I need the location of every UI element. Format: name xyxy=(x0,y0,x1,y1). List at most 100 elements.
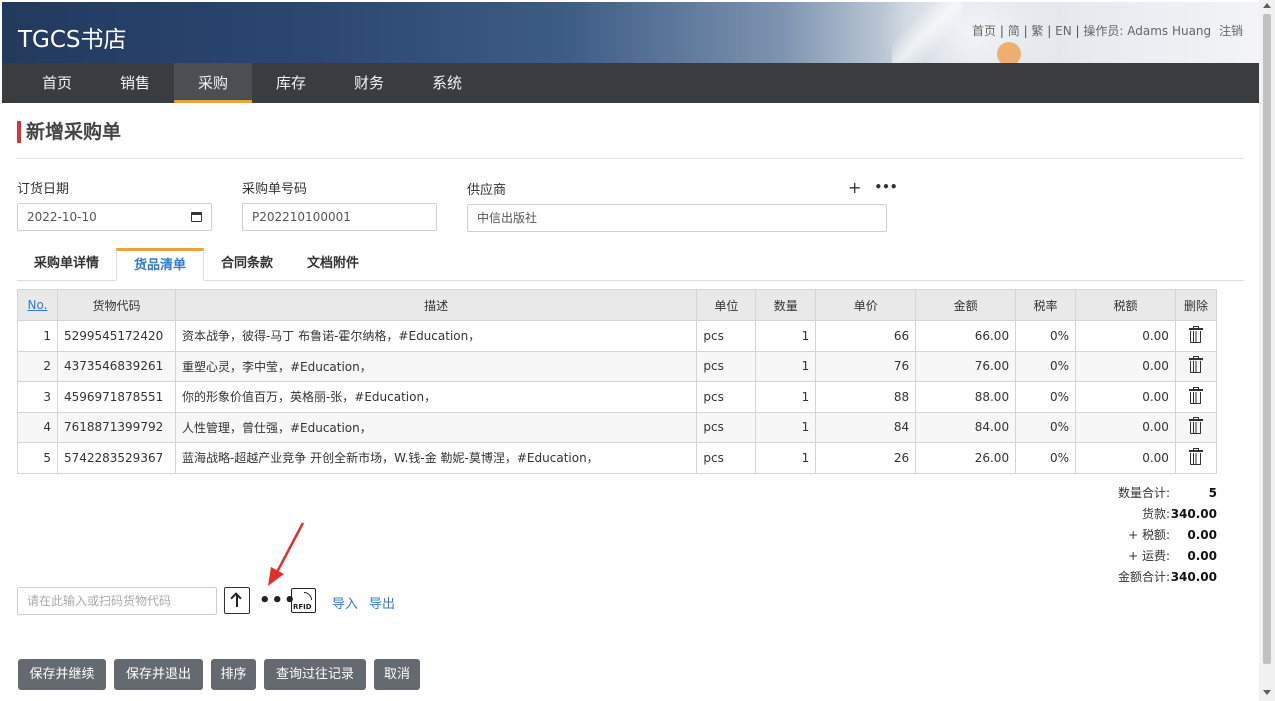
nav-item-purchase[interactable]: 采购 xyxy=(174,63,252,103)
scroll-down-icon[interactable] xyxy=(1263,690,1271,695)
row-code[interactable]: 4596971878551 xyxy=(56,381,176,413)
trash-icon[interactable] xyxy=(1188,447,1203,465)
row-quantity[interactable]: 1 xyxy=(755,411,817,443)
row-description[interactable]: 资本战争，彼得-马丁 布鲁诺-霍尔纳格，#Education， xyxy=(174,320,698,352)
row-tax: 0.00 xyxy=(1075,320,1176,352)
row-tax: 0.00 xyxy=(1075,442,1176,474)
row-tax: 0.00 xyxy=(1075,381,1176,413)
row-unit-price[interactable]: 88 xyxy=(815,381,917,413)
row-description[interactable]: 重塑心灵，李中莹，#Education， xyxy=(174,350,698,382)
row-code[interactable]: 4373546839261 xyxy=(56,350,176,382)
home-link[interactable]: 首页 xyxy=(972,24,996,38)
save-exit-button[interactable]: 保存并退出 xyxy=(114,659,203,690)
goods-total-row: 货款: 340.00 xyxy=(1100,504,1217,525)
table-row: 3 4596971878551 你的形象价值百万，英格丽-张，#Educatio… xyxy=(17,381,1218,413)
freight-value: 0.00 xyxy=(1187,549,1217,563)
total-quantity-value: 5 xyxy=(1208,486,1217,500)
freight-label: + 运费: xyxy=(1128,549,1170,563)
row-quantity[interactable]: 1 xyxy=(755,442,817,474)
scroll-up-icon[interactable] xyxy=(1263,3,1271,8)
row-unit-price[interactable]: 26 xyxy=(815,442,917,474)
row-quantity[interactable]: 1 xyxy=(755,350,817,382)
column-header-unit: 单位 xyxy=(696,289,757,321)
tab-item-list[interactable]: 货品清单 xyxy=(116,248,205,281)
column-header-no[interactable]: No. xyxy=(17,289,58,321)
supplier-label: 供应商 xyxy=(467,183,507,198)
row-tax: 0.00 xyxy=(1075,411,1176,443)
top-links: 首页 | 简 | 繁 | EN | 操作员: Adams Huang 注销 xyxy=(972,24,1243,38)
row-unit-price[interactable]: 76 xyxy=(815,350,917,382)
logout-link[interactable]: 注销 xyxy=(1219,24,1243,38)
row-tax-rate[interactable]: 0% xyxy=(1015,411,1077,443)
row-no: 5 xyxy=(17,442,58,474)
operator-label: 操作员: xyxy=(1083,24,1124,38)
plus-icon[interactable]: + xyxy=(848,178,861,197)
row-amount: 76.00 xyxy=(915,350,1017,382)
scrollbar-thumb[interactable] xyxy=(1263,14,1271,664)
row-code[interactable]: 5299545172420 xyxy=(56,320,176,352)
supplier-actions: + ••• xyxy=(848,178,906,197)
row-tax-rate[interactable]: 0% xyxy=(1015,320,1077,352)
more-icon[interactable]: ••• xyxy=(875,180,898,194)
banner-decoration xyxy=(997,42,1021,63)
order-date-field[interactable]: 2022-10-10 xyxy=(17,203,212,231)
nav-item-home[interactable]: 首页 xyxy=(18,63,96,103)
calendar-icon[interactable] xyxy=(191,212,202,222)
totals-panel: 数量合计: 5 货款: 340.00 + 税额: 0.00 + 运费: 0.00… xyxy=(1100,483,1217,588)
brand-logo[interactable]: TGCS书店 xyxy=(18,20,127,54)
row-description[interactable]: 你的形象价值百万，英格丽-张，#Education， xyxy=(174,381,698,413)
row-description[interactable]: 蓝海战略-超越产业竞争 开创全新市场，W.钱-金 勒妮-莫博涅，#Educati… xyxy=(174,442,698,474)
row-delete-cell xyxy=(1174,381,1218,413)
grand-total-row: 金额合计: 340.00 xyxy=(1100,567,1217,588)
table-header-row: No. 货物代码 描述 单位 数量 单价 金额 税率 税额 删除 xyxy=(17,289,1218,321)
po-number-label: 采购单号码 xyxy=(242,182,308,197)
nav-item-inventory[interactable]: 库存 xyxy=(252,63,330,103)
row-description[interactable]: 人性管理，曾仕强，#Education， xyxy=(174,411,698,443)
cancel-button[interactable]: 取消 xyxy=(374,659,420,690)
trash-icon[interactable] xyxy=(1188,356,1203,374)
tab-attachments[interactable]: 文档附件 xyxy=(290,248,376,280)
vertical-scrollbar[interactable] xyxy=(1259,0,1275,701)
trash-icon[interactable] xyxy=(1188,417,1203,435)
items-table: No. 货物代码 描述 单位 数量 单价 金额 税率 税额 删除 1 52995… xyxy=(17,289,1218,474)
nav-item-system[interactable]: 系统 xyxy=(408,63,486,103)
row-code[interactable]: 5742283529367 xyxy=(56,442,176,474)
export-link[interactable]: 导出 xyxy=(369,593,395,612)
supplier-field[interactable]: 中信出版社 xyxy=(467,204,887,232)
sort-no-link[interactable]: No. xyxy=(28,298,48,312)
tab-bar: 采购单详情 货品清单 合同条款 文档附件 xyxy=(17,248,1244,281)
row-tax-rate[interactable]: 0% xyxy=(1015,442,1077,474)
page-title: 新增采购单 xyxy=(17,121,121,143)
row-tax-rate[interactable]: 0% xyxy=(1015,350,1077,382)
row-unit-price[interactable]: 66 xyxy=(815,320,917,352)
row-delete-cell xyxy=(1174,350,1218,382)
trash-icon[interactable] xyxy=(1188,386,1203,404)
lang-simplified-link[interactable]: 简 xyxy=(1008,24,1020,38)
import-link[interactable]: 导入 xyxy=(332,593,358,612)
row-tax-rate[interactable]: 0% xyxy=(1015,381,1077,413)
tax-total-label: + 税额: xyxy=(1128,528,1170,542)
column-header-tax: 税额 xyxy=(1075,289,1176,321)
nav-item-finance[interactable]: 财务 xyxy=(330,63,408,103)
item-code-input[interactable]: 请在此输入或扫码货物代码 xyxy=(17,587,217,615)
trash-icon[interactable] xyxy=(1188,325,1203,343)
row-quantity[interactable]: 1 xyxy=(755,381,817,413)
history-button[interactable]: 查询过往记录 xyxy=(264,659,366,690)
rfid-button[interactable]: RFID xyxy=(291,588,316,613)
row-unit-price[interactable]: 84 xyxy=(815,411,917,443)
sort-button[interactable]: 排序 xyxy=(211,659,256,690)
tax-total-row: + 税额: 0.00 xyxy=(1100,525,1217,546)
row-amount: 88.00 xyxy=(915,381,1017,413)
column-header-amount: 金额 xyxy=(915,289,1017,321)
tab-contract-terms[interactable]: 合同条款 xyxy=(204,248,290,280)
tab-order-details[interactable]: 采购单详情 xyxy=(17,248,116,280)
lang-traditional-link[interactable]: 繁 xyxy=(1031,24,1043,38)
po-number-field[interactable]: P202210100001 xyxy=(242,203,437,231)
row-no: 1 xyxy=(17,320,58,352)
upload-button[interactable] xyxy=(224,587,250,614)
row-quantity[interactable]: 1 xyxy=(755,320,817,352)
save-continue-button[interactable]: 保存并继续 xyxy=(18,659,106,690)
nav-item-sales[interactable]: 销售 xyxy=(96,63,174,103)
row-code[interactable]: 7618871399792 xyxy=(56,411,176,443)
lang-english-link[interactable]: EN xyxy=(1055,24,1072,38)
